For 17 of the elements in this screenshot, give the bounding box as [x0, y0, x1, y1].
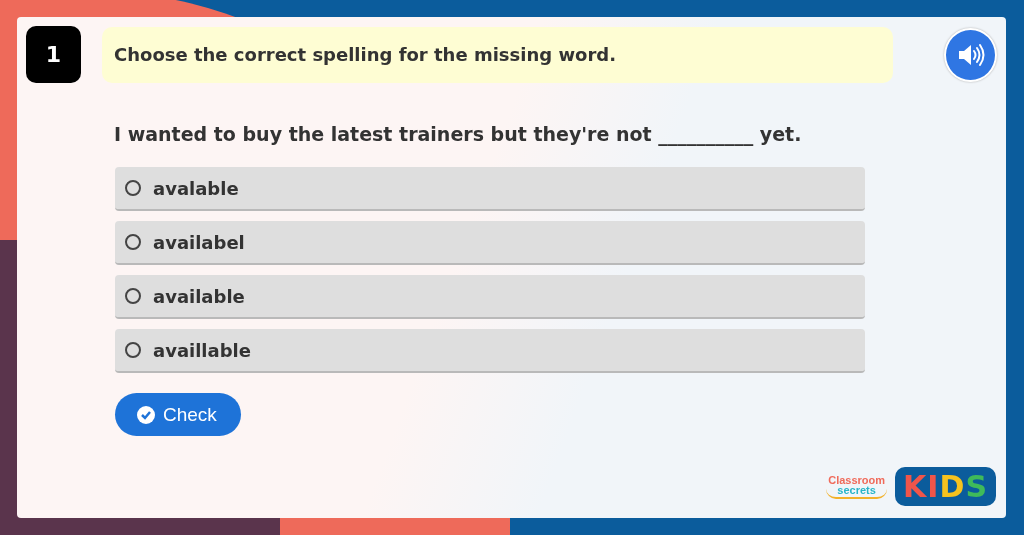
audio-button[interactable] — [944, 27, 997, 82]
answer-option[interactable]: avalable — [115, 167, 865, 211]
radio-button[interactable] — [125, 234, 141, 250]
radio-button[interactable] — [125, 342, 141, 358]
check-button[interactable]: Check — [115, 393, 241, 436]
radio-button[interactable] — [125, 180, 141, 196]
instruction-text: Choose the correct spelling for the missing word. — [102, 26, 894, 83]
kids-logo: KIDS — [895, 467, 996, 506]
classroom-secrets-logo: Classroom secrets — [826, 474, 888, 499]
answer-option[interactable]: available — [115, 275, 865, 319]
question-text: I wanted to buy the latest trainers but they're not __________ yet. — [114, 123, 802, 145]
answer-option[interactable]: availabel — [115, 221, 865, 265]
question-number: 1 — [26, 26, 81, 83]
radio-button[interactable] — [125, 288, 141, 304]
check-circle-icon — [137, 405, 155, 424]
answer-option[interactable]: availlable — [115, 329, 865, 373]
speaker-icon — [956, 42, 985, 67]
